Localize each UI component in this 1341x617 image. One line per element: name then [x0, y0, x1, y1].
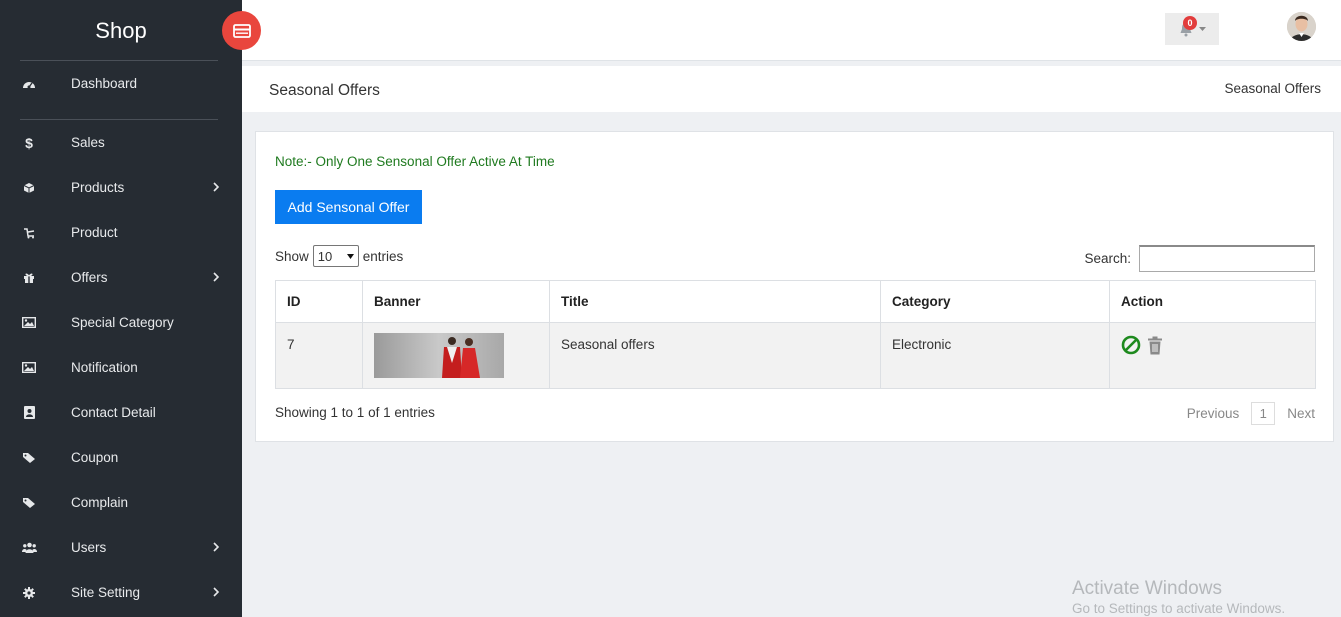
sidebar-item-label: Complain	[71, 495, 129, 510]
column-header-banner[interactable]: Banner	[362, 280, 550, 323]
column-header-title[interactable]: Title	[549, 280, 881, 323]
dollar-icon: $	[25, 134, 33, 151]
image-icon	[21, 315, 37, 331]
cell-action	[1109, 322, 1316, 389]
sidebar-toggle-button[interactable]	[222, 11, 261, 50]
sidebar-item-products[interactable]: Products	[0, 165, 242, 210]
page-length-control: Show 10 entries	[275, 245, 403, 267]
notification-dropdown[interactable]: 0	[1165, 13, 1219, 45]
sidebar-item-offers[interactable]: Offers	[0, 255, 242, 300]
sidebar-item-notification[interactable]: Notification	[0, 345, 242, 390]
page-length-value: 10	[317, 248, 333, 264]
table-header-row: ID Banner Title Category Action	[275, 280, 1316, 323]
page-button[interactable]: 1	[1251, 402, 1276, 425]
sidebar-item-label: Products	[71, 180, 125, 195]
image-icon	[21, 360, 37, 376]
sidebar-item-label: Users	[71, 540, 107, 555]
cell-id: 7	[275, 322, 363, 389]
contact-icon	[21, 405, 37, 421]
chevron-right-icon	[213, 270, 220, 285]
menu-card-icon	[232, 23, 251, 38]
chevron-right-icon	[213, 540, 220, 555]
sidebar-item-complain[interactable]: Complain	[0, 480, 242, 525]
watermark-title: Activate Windows	[1072, 578, 1222, 599]
chevron-right-icon	[213, 585, 220, 600]
sidebar-item-dashboard[interactable]: Dashboard	[0, 61, 242, 106]
pagination: Previous 1 Next	[1187, 402, 1315, 425]
add-seasonal-offer-button[interactable]: Add Sensonal Offer	[275, 190, 422, 224]
cell-title: Seasonal offers	[549, 322, 881, 389]
sidebar: Shop Dashboard $ Sales Products Product …	[0, 0, 242, 617]
sidebar-item-users[interactable]: Users	[0, 525, 242, 570]
top-bar: 0	[242, 0, 1341, 61]
notification-badge: 0	[1183, 16, 1197, 30]
search-label: Search:	[1084, 251, 1131, 266]
avatar[interactable]	[1287, 12, 1316, 41]
previous-button[interactable]: Previous	[1187, 406, 1240, 421]
column-header-category[interactable]: Category	[880, 280, 1110, 323]
note-text: Note:- Only One Sensonal Offer Active At…	[275, 154, 555, 169]
sidebar-item-sales[interactable]: $ Sales	[0, 120, 242, 165]
breadcrumb[interactable]: Seasonal Offers	[1224, 81, 1321, 96]
cube-icon	[21, 180, 37, 196]
deactivate-icon[interactable]	[1121, 335, 1141, 355]
tag-icon	[21, 495, 37, 511]
cell-category: Electronic	[880, 322, 1110, 389]
users-icon	[21, 540, 37, 556]
sidebar-item-label: Site Setting	[71, 585, 141, 600]
sidebar-item-site-setting[interactable]: Site Setting	[0, 570, 242, 615]
sidebar-item-label: Offers	[71, 270, 108, 285]
column-header-id[interactable]: ID	[275, 280, 363, 323]
page-header: Seasonal Offers Seasonal Offers	[242, 66, 1341, 112]
next-button[interactable]: Next	[1287, 406, 1315, 421]
sidebar-item-label: Contact Detail	[71, 405, 156, 420]
trash-icon[interactable]	[1147, 336, 1163, 355]
gear-icon	[21, 585, 37, 601]
sidebar-item-label: Dashboard	[71, 76, 138, 91]
cell-banner	[362, 322, 550, 389]
entries-label: entries	[362, 248, 404, 264]
column-header-action[interactable]: Action	[1109, 280, 1316, 323]
search-control: Search:	[1084, 245, 1315, 272]
caret-down-icon	[1198, 27, 1206, 31]
page-title: Seasonal Offers	[269, 82, 380, 99]
sidebar-item-contact-detail[interactable]: Contact Detail	[0, 390, 242, 435]
content-card: Note:- Only One Sensonal Offer Active At…	[255, 131, 1334, 442]
show-label: Show	[275, 248, 309, 264]
sidebar-item-special-category[interactable]: Special Category	[0, 300, 242, 345]
table-row: 7 Seasonal offers Electronic	[275, 322, 1316, 389]
sidebar-item-label: Special Category	[71, 315, 174, 330]
search-input[interactable]	[1139, 245, 1315, 272]
chevron-right-icon	[213, 180, 220, 195]
caret-down-icon	[346, 253, 354, 259]
sidebar-item-label: Sales	[71, 135, 105, 150]
sidebar-item-label: Notification	[71, 360, 138, 375]
sidebar-item-product[interactable]: Product	[0, 210, 242, 255]
gift-icon	[21, 270, 37, 286]
sidebar-item-label: Product	[71, 225, 118, 240]
banner-image	[374, 333, 504, 378]
activate-windows-watermark: Activate Windows Go to Settings to activ…	[1072, 578, 1285, 616]
product-icon	[21, 225, 37, 241]
tag-icon	[21, 450, 37, 466]
offers-table: ID Banner Title Category Action 7 Season…	[275, 280, 1316, 389]
dashboard-icon	[21, 76, 37, 92]
page-length-select[interactable]: 10	[312, 245, 359, 267]
sidebar-item-coupon[interactable]: Coupon	[0, 435, 242, 480]
sidebar-item-label: Coupon	[71, 450, 119, 465]
brand-title: Shop	[95, 17, 147, 43]
watermark-subtitle: Go to Settings to activate Windows.	[1072, 601, 1286, 616]
table-info: Showing 1 to 1 of 1 entries	[275, 405, 435, 420]
